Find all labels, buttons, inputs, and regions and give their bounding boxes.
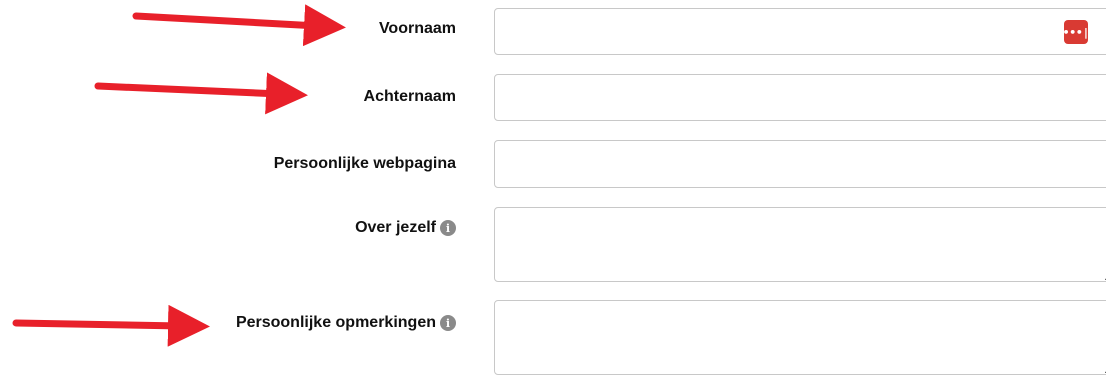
info-icon[interactable]: i <box>440 220 456 236</box>
voornaam-label-text: Voornaam <box>378 20 456 37</box>
voornaam-label: Voornaam <box>379 20 456 38</box>
achternaam-input[interactable] <box>494 74 1106 121</box>
achternaam-label-text: Achternaam <box>363 88 456 105</box>
arrow-voornaam <box>132 4 346 47</box>
persoonlijke-webpagina-label-text: Persoonlijke webpagina <box>273 155 456 172</box>
over-jezelf-label: Over jezelf i <box>355 219 456 237</box>
persoonlijke-webpagina-label: Persoonlijke webpagina <box>274 155 456 173</box>
persoonlijke-opmerkingen-label: Persoonlijke opmerkingen i <box>236 314 456 332</box>
over-jezelf-textarea[interactable] <box>494 207 1106 282</box>
info-icon[interactable]: i <box>440 315 456 331</box>
password-manager-icon[interactable]: •••| <box>1063 20 1089 44</box>
arrow-achternaam <box>94 72 308 115</box>
over-jezelf-label-text: Over jezelf <box>355 219 436 236</box>
arrow-persoonlijke-opmerkingen <box>12 304 210 347</box>
persoonlijke-opmerkingen-textarea[interactable] <box>494 300 1106 375</box>
persoonlijke-opmerkingen-label-text: Persoonlijke opmerkingen <box>235 314 436 331</box>
voornaam-input[interactable] <box>494 8 1106 55</box>
achternaam-label: Achternaam <box>364 88 456 106</box>
persoonlijke-webpagina-input[interactable] <box>494 140 1106 188</box>
